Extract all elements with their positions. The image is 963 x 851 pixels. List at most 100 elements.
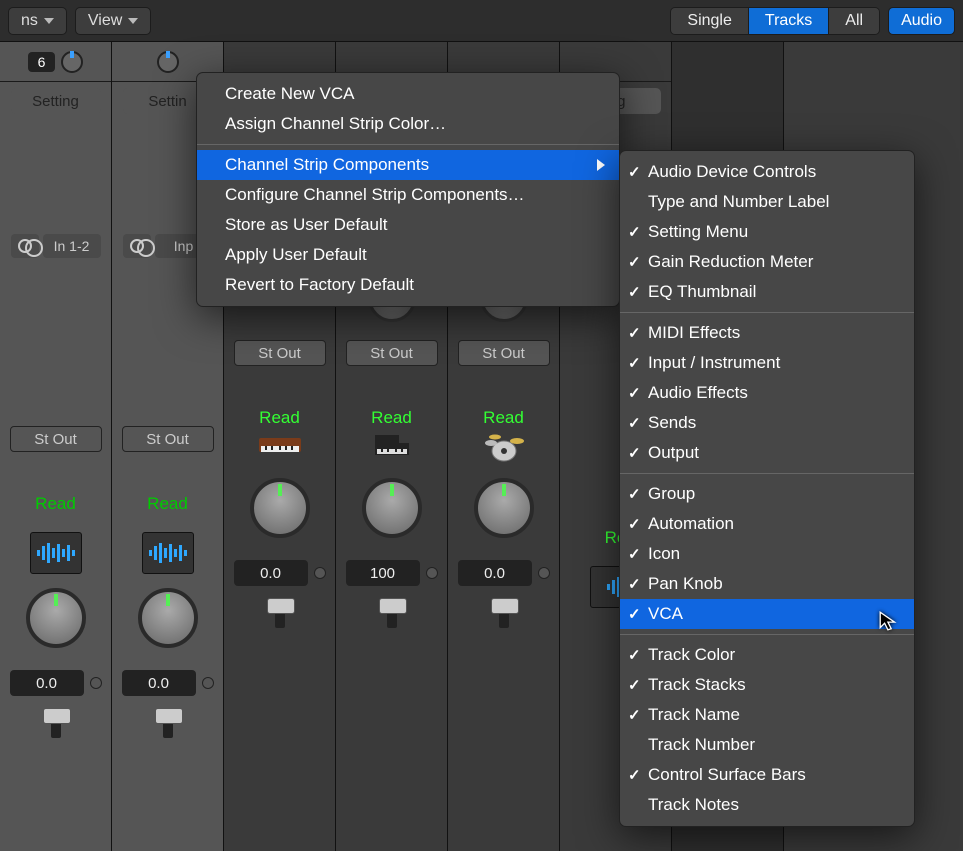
volume-fader[interactable]	[163, 708, 173, 738]
output-slot[interactable]: St Out	[346, 340, 438, 366]
submenu-item[interactable]: ✓Control Surface Bars	[620, 760, 914, 790]
output-slot[interactable]: St Out	[234, 340, 326, 366]
track-icon[interactable]	[142, 532, 194, 574]
submenu-item[interactable]: ✓ EQ Thumbnail	[620, 277, 914, 307]
automation-mode[interactable]: Read	[371, 408, 412, 428]
channel-strip[interactable]: 6 Setting In 1-2 St Out Read 0.0	[0, 42, 112, 851]
track-icon[interactable]	[480, 428, 528, 464]
pan-value[interactable]: 100	[346, 560, 420, 586]
pan-knob[interactable]	[250, 478, 310, 538]
submenu-item[interactable]: Track Notes	[620, 790, 914, 820]
menu-item-configure-components[interactable]: Configure Channel Strip Components…	[197, 180, 619, 210]
pan-value[interactable]: 0.0	[122, 670, 196, 696]
view-menu[interactable]: View	[75, 7, 151, 35]
submenu-item[interactable]: ✓Output	[620, 438, 914, 468]
volume-fader[interactable]	[275, 598, 285, 628]
check-icon: ✓	[628, 283, 641, 301]
waveform-icon	[149, 543, 187, 563]
submenu-item[interactable]: ✓Audio Device Controls	[620, 157, 914, 187]
waveform-icon	[37, 543, 75, 563]
setting-button[interactable]: Setting	[11, 88, 101, 114]
menu-item-components[interactable]: Channel Strip Components	[197, 150, 619, 180]
drums-icon	[481, 429, 527, 463]
submenu-item[interactable]: ✓Track Color	[620, 640, 914, 670]
automation-mode[interactable]: Read	[483, 408, 524, 428]
segment-all[interactable]: All	[828, 8, 879, 34]
submenu-item-label: VCA	[648, 604, 683, 624]
menu-item-store-default[interactable]: Store as User Default	[197, 210, 619, 240]
meter-dot	[90, 677, 102, 689]
automation-mode[interactable]: Read	[147, 494, 188, 514]
submenu-item[interactable]: Type and Number Label	[620, 187, 914, 217]
menu-item-create-vca[interactable]: Create New VCA	[197, 79, 619, 109]
audio-button[interactable]: Audio	[888, 7, 955, 35]
submenu-item[interactable]: ✓Icon	[620, 539, 914, 569]
submenu-item-label: Output	[648, 443, 699, 463]
pan-value[interactable]: 0.0	[458, 560, 532, 586]
track-icon[interactable]	[30, 532, 82, 574]
check-icon: ✓	[628, 163, 641, 181]
pan-knob[interactable]	[362, 478, 422, 538]
stereo-icon[interactable]	[123, 234, 151, 258]
menu-separator	[197, 144, 619, 145]
check-icon: ✓	[628, 354, 641, 372]
piano-icon	[369, 429, 415, 463]
check-icon: ✓	[628, 676, 641, 694]
gain-knob[interactable]	[61, 51, 83, 73]
submenu-item[interactable]: ✓ Input / Instrument	[620, 348, 914, 378]
submenu-item-label: Group	[648, 484, 695, 504]
volume-fader[interactable]	[51, 708, 61, 738]
gain-knob[interactable]	[157, 51, 179, 73]
submenu-item[interactable]: Track Number	[620, 730, 914, 760]
submenu-item[interactable]: ✓VCA	[620, 599, 914, 629]
submenu-item[interactable]: ✓Pan Knob	[620, 569, 914, 599]
submenu-item-label: EQ Thumbnail	[648, 282, 756, 302]
submenu-item[interactable]: ✓Setting Menu	[620, 217, 914, 247]
menu-item-revert-default[interactable]: Revert to Factory Default	[197, 270, 619, 300]
check-icon: ✓	[628, 485, 641, 503]
volume-fader[interactable]	[387, 598, 397, 628]
output-slot[interactable]: St Out	[10, 426, 102, 452]
submenu-item-label: Input / Instrument	[648, 353, 780, 373]
check-icon: ✓	[628, 766, 641, 784]
output-slot[interactable]: St Out	[122, 426, 214, 452]
submenu-item[interactable]: ✓ Group	[620, 479, 914, 509]
input-slot[interactable]: In 1-2	[43, 234, 101, 258]
output-slot[interactable]: St Out	[458, 340, 550, 366]
submenu-item-label: Icon	[648, 544, 680, 564]
submenu-item[interactable]: ✓Gain Reduction Meter	[620, 247, 914, 277]
segment-tracks[interactable]: Tracks	[748, 8, 828, 34]
pan-knob[interactable]	[138, 588, 198, 648]
submenu-item[interactable]: ✓Track Stacks	[620, 670, 914, 700]
chevron-down-icon	[44, 18, 54, 24]
stereo-icon[interactable]	[11, 234, 39, 258]
submenu-item[interactable]: ✓Sends	[620, 408, 914, 438]
pan-value[interactable]: 0.0	[234, 560, 308, 586]
submenu-item[interactable]: ✓Automation	[620, 509, 914, 539]
menu-item-label: Channel Strip Components	[225, 155, 429, 175]
automation-mode[interactable]: Read	[259, 408, 300, 428]
menu-item-apply-default[interactable]: Apply User Default	[197, 240, 619, 270]
submenu-arrow-icon	[597, 159, 605, 171]
submenu-item-label: Track Number	[648, 735, 755, 755]
options-menu[interactable]: ns	[8, 7, 67, 35]
submenu-item-label: Sends	[648, 413, 696, 433]
check-icon: ✓	[628, 646, 641, 664]
track-icon[interactable]	[368, 428, 416, 464]
menu-item-assign-color[interactable]: Assign Channel Strip Color…	[197, 109, 619, 139]
automation-mode[interactable]: Read	[35, 494, 76, 514]
check-icon: ✓	[628, 515, 641, 533]
pan-value[interactable]: 0.0	[10, 670, 84, 696]
volume-fader[interactable]	[499, 598, 509, 628]
submenu-item[interactable]: ✓Track Name	[620, 700, 914, 730]
submenu-item[interactable]: ✓Audio Effects	[620, 378, 914, 408]
submenu-item[interactable]: ✓MIDI Effects	[620, 318, 914, 348]
components-submenu: ✓Audio Device ControlsType and Number La…	[619, 150, 915, 827]
segment-single[interactable]: Single	[671, 8, 747, 34]
track-icon[interactable]	[256, 428, 304, 464]
pan-knob[interactable]	[26, 588, 86, 648]
submenu-item-label: Track Notes	[648, 795, 739, 815]
check-icon: ✓	[628, 253, 641, 271]
submenu-item-label: MIDI Effects	[648, 323, 740, 343]
pan-knob[interactable]	[474, 478, 534, 538]
